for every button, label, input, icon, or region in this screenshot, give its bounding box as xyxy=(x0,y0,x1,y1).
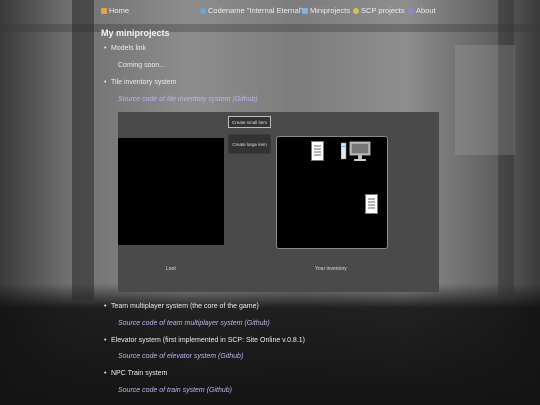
globe-icon xyxy=(200,7,206,14)
list-item-npc-train: NPC Train system xyxy=(104,370,167,377)
coming-soon-text: Coming soon... xyxy=(118,62,166,69)
tile-inventory-source-link[interactable]: Source code of tile inventory system (Gi… xyxy=(118,96,258,103)
background-post-right xyxy=(498,0,514,300)
background-window xyxy=(455,45,515,155)
loot-grid[interactable] xyxy=(118,138,224,245)
nav-home[interactable]: Home xyxy=(101,6,129,15)
nav-internal-eternal-label: Codename "Internal Eternal" xyxy=(208,6,303,15)
tile-inventory-demo: Create small item Create large item Loot… xyxy=(118,112,439,292)
nav-scp-projects[interactable]: SCP projects xyxy=(353,6,405,15)
loot-label: Loot xyxy=(166,266,176,272)
home-icon xyxy=(101,7,107,14)
lock-icon xyxy=(353,7,359,14)
nav-miniprojects[interactable]: Miniprojects xyxy=(302,6,350,15)
top-nav: Home Codename "Internal Eternal" Minipro… xyxy=(0,0,540,20)
list-item-models[interactable]: Models link xyxy=(104,45,146,52)
document-item-icon[interactable] xyxy=(311,141,324,161)
computer-item-icon[interactable] xyxy=(341,141,371,163)
background-post-left xyxy=(72,0,94,300)
info-icon xyxy=(408,7,414,14)
list-item-team-multiplayer: Team multiplayer system (the core of the… xyxy=(104,303,259,310)
page-title: My miniprojects xyxy=(101,28,170,38)
document-item-icon[interactable] xyxy=(365,194,378,214)
nav-internal-eternal[interactable]: Codename "Internal Eternal" xyxy=(200,6,303,15)
nav-scp-projects-label: SCP projects xyxy=(361,6,405,15)
list-item-tile-inventory: Tile inventory system xyxy=(104,79,177,86)
train-source-link[interactable]: Source code of train system (Github) xyxy=(118,387,232,394)
background-beam xyxy=(0,24,540,32)
create-large-item-button[interactable]: Create large item xyxy=(228,134,271,154)
list-item-elevator: Elevator system (first implemented in SC… xyxy=(104,337,305,344)
inventory-label: Your inventory xyxy=(315,266,347,272)
nav-miniprojects-label: Miniprojects xyxy=(310,6,351,15)
inventory-grid[interactable] xyxy=(276,136,388,249)
nav-about-label: About xyxy=(416,6,436,15)
nav-home-label: Home xyxy=(109,6,130,15)
team-multiplayer-source-link[interactable]: Source code of team multiplayer system (… xyxy=(118,320,270,327)
create-small-item-button[interactable]: Create small item xyxy=(228,116,271,128)
nav-about[interactable]: About xyxy=(408,6,436,15)
elevator-source-link[interactable]: Source code of elevator system (Github) xyxy=(118,353,243,360)
puzzle-icon xyxy=(302,7,308,14)
